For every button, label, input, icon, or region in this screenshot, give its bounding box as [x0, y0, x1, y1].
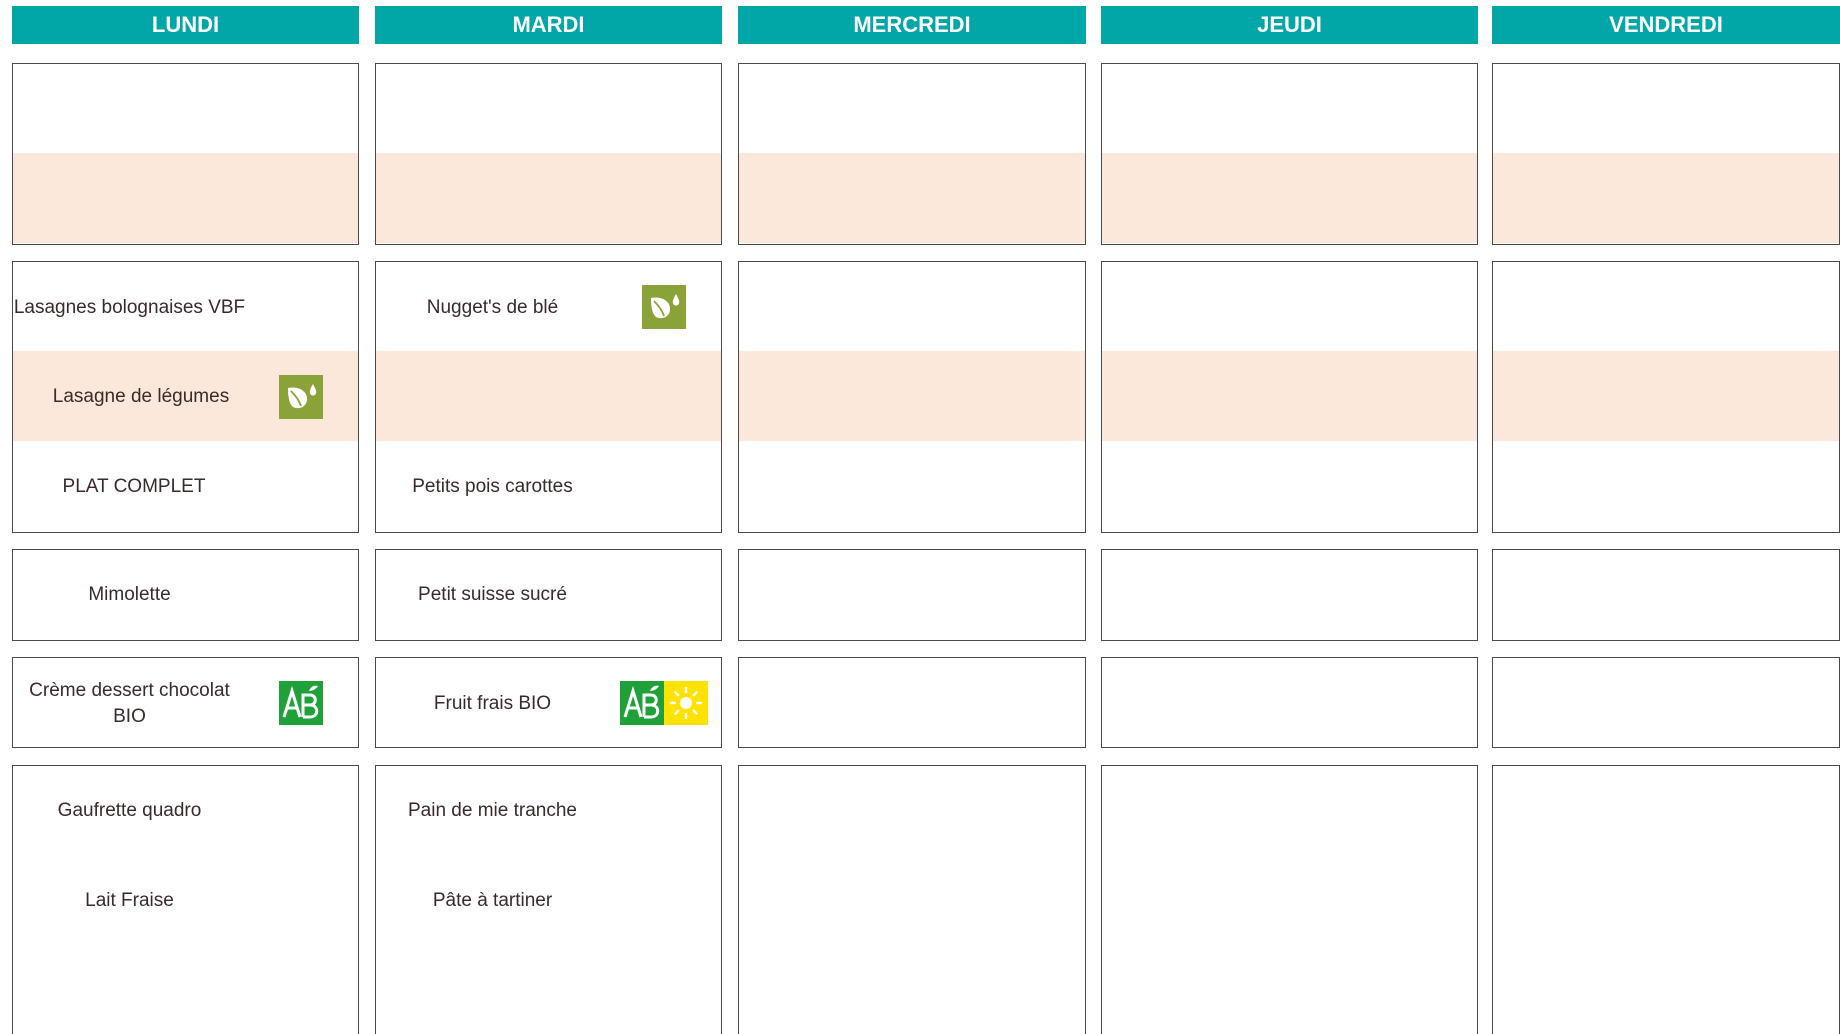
day-header-mardi: MARDI — [375, 6, 722, 44]
dessert-box: Fruit frais BIO — [375, 657, 722, 748]
leaf-drop-icon — [642, 285, 686, 329]
snack-box — [1492, 765, 1840, 1034]
menu-item: Fruit frais BIO — [433, 693, 552, 714]
menu-item: Gaufrette quadro — [57, 800, 202, 821]
sun-icon — [664, 681, 708, 725]
dessert-box — [738, 657, 1086, 748]
menu-item: Pain de mie tranche — [408, 800, 577, 821]
dessert-box — [1101, 657, 1478, 748]
main-box — [738, 261, 1086, 533]
menu-item: PLAT COMPLET — [62, 476, 206, 497]
main-box — [1492, 261, 1840, 533]
menu-item: Lasagnes bolognaises VBF — [13, 297, 246, 318]
starter-box — [1492, 63, 1840, 245]
snack-box — [1101, 765, 1478, 1034]
menu-item: BIO — [113, 706, 146, 727]
cheese-box — [1101, 549, 1478, 641]
main-box: Nugget's de blé Petits pois carottes — [375, 261, 722, 533]
menu-item: Crème dessert chocolat — [29, 680, 230, 701]
ab-agriculture-biologique-icon — [620, 681, 664, 725]
leaf-drop-icon — [279, 375, 323, 419]
main-box — [1101, 261, 1478, 533]
main-box: Lasagnes bolognaises VBF Lasagne de légu… — [12, 261, 359, 533]
band — [739, 351, 1085, 441]
band — [13, 153, 358, 243]
starter-box — [1101, 63, 1478, 245]
snack-box — [738, 765, 1086, 1034]
band — [376, 351, 721, 441]
cheese-box: Petit suisse sucré — [375, 549, 722, 641]
day-header-vendredi: VENDREDI — [1492, 6, 1840, 44]
day-header-mercredi: MERCREDI — [738, 6, 1086, 44]
menu-item: Mimolette — [88, 584, 171, 605]
dessert-box — [1492, 657, 1840, 748]
band — [1102, 153, 1477, 243]
menu-item: Lait Fraise — [85, 890, 174, 911]
menu-item: Nugget's de blé — [426, 297, 559, 318]
band — [739, 153, 1085, 243]
band — [376, 153, 721, 243]
day-header-lundi: LUNDI — [12, 6, 359, 44]
band — [1493, 351, 1839, 441]
band — [1493, 153, 1839, 243]
cheese-box: Mimolette — [12, 549, 359, 641]
day-header-jeudi: JEUDI — [1101, 6, 1478, 44]
starter-box — [12, 63, 359, 245]
ab-agriculture-biologique-icon — [279, 681, 323, 725]
snack-box: Gaufrette quadro Lait Fraise — [12, 765, 359, 1034]
menu-item: Petit suisse sucré — [418, 584, 567, 605]
menu-item: Pâte à tartiner — [432, 890, 553, 911]
cheese-box — [1492, 549, 1840, 641]
starter-box — [375, 63, 722, 245]
menu-item: Lasagne de légumes — [52, 386, 230, 407]
cheese-box — [738, 549, 1086, 641]
dessert-box: Crème dessert chocolat BIO — [12, 657, 359, 748]
band — [1102, 351, 1477, 441]
starter-box — [738, 63, 1086, 245]
snack-box: Pain de mie tranche Pâte à tartiner — [375, 765, 722, 1034]
menu-item: Petits pois carottes — [412, 476, 573, 497]
